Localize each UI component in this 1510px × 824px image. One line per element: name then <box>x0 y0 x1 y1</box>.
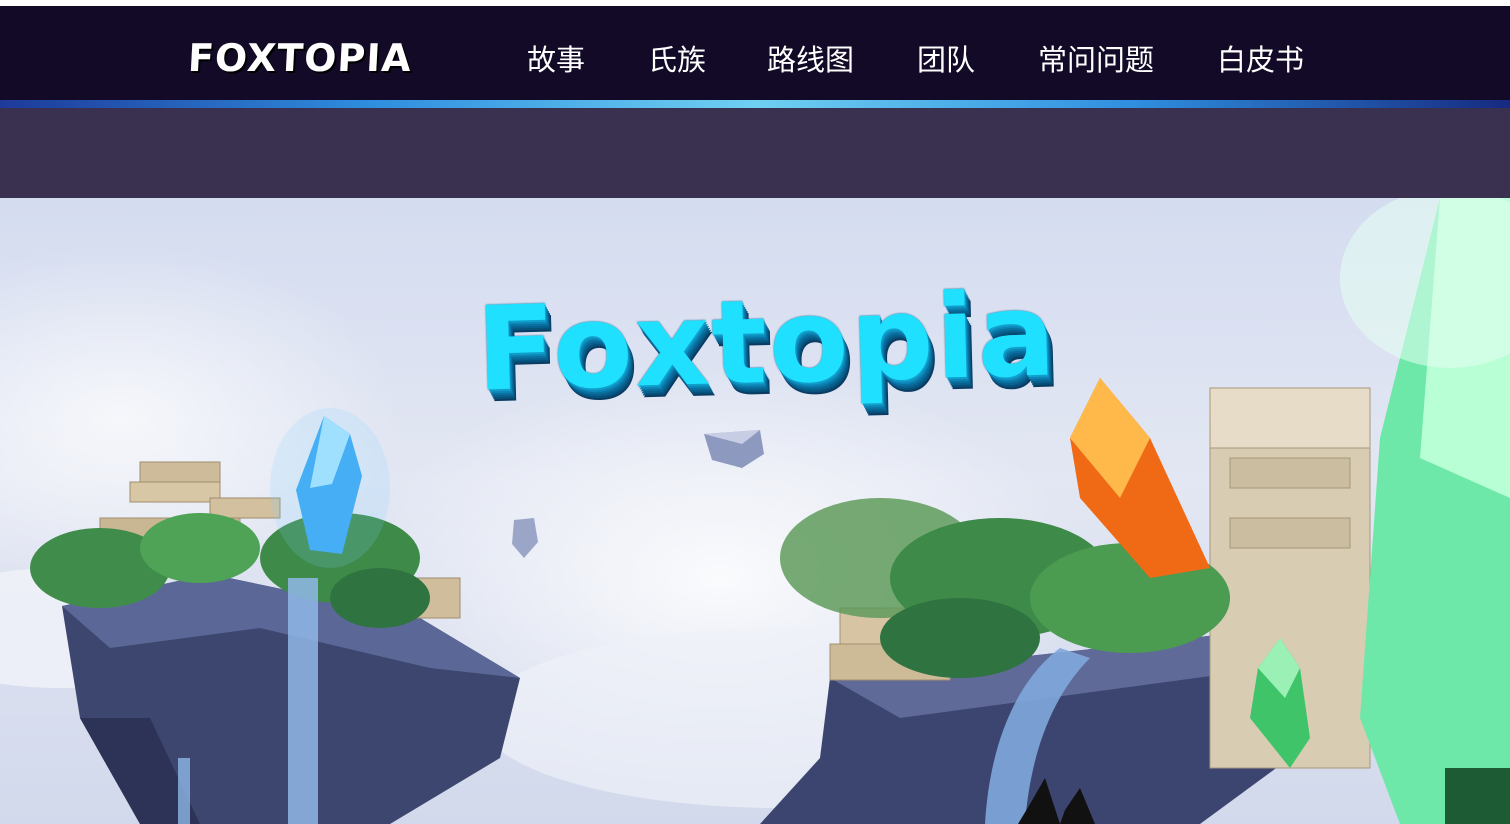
header-glow-divider <box>0 100 1510 108</box>
site-logo[interactable]: FOXTOPIA <box>187 36 413 80</box>
nav-link-story[interactable]: 故事 <box>527 36 585 84</box>
nav-link-faq[interactable]: 常问问题 <box>1038 36 1154 84</box>
nav-link-clans[interactable]: 氏族 <box>648 36 706 84</box>
nav-link-whitepaper[interactable]: 白皮书 <box>1217 36 1304 84</box>
nav-link-roadmap[interactable]: 路线图 <box>767 36 854 84</box>
left-floating-island <box>30 408 520 824</box>
nav-link-team[interactable]: 团队 <box>917 36 975 84</box>
site-header: FOXTOPIA 故事 氏族 路线图 团队 常问问题 白皮书 <box>0 6 1510 100</box>
hero-banner: Foxtopia <box>0 198 1510 824</box>
sub-banner-strip <box>0 108 1510 198</box>
hero-title-logo: Foxtopia <box>474 267 1060 418</box>
floating-rock <box>512 518 538 558</box>
